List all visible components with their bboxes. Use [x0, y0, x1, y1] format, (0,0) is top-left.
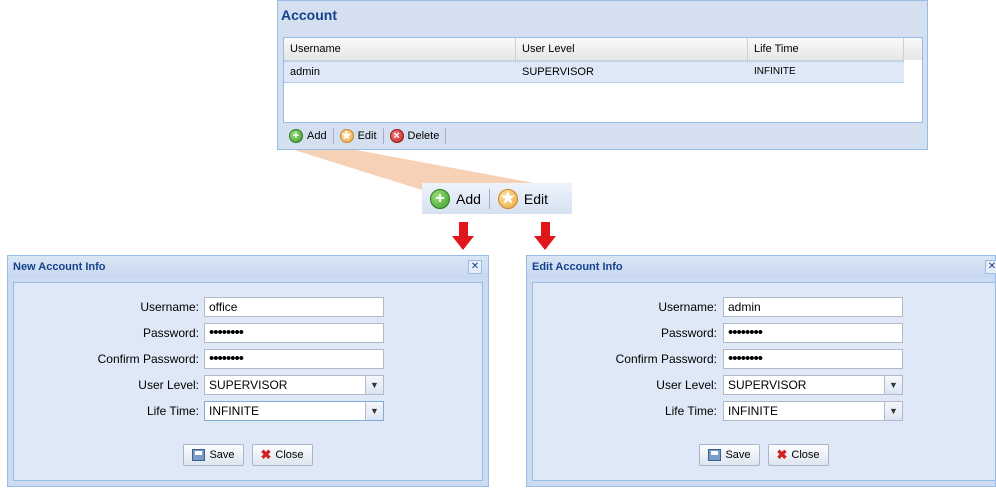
confirm-password-field[interactable]: ••••••••: [204, 349, 384, 369]
zoom-edit-label: Edit: [523, 190, 549, 207]
delete-label: Delete: [407, 130, 440, 142]
new-account-dialog: New Account Info ✕ Username: office Pass…: [7, 255, 489, 487]
edit-icon: ★: [339, 129, 354, 143]
user-level-label: User Level:: [138, 378, 199, 392]
confirm-password-row: Confirm Password: ••••••••: [533, 349, 995, 369]
user-level-value: SUPERVISOR: [728, 378, 807, 392]
edit-icon: ★: [497, 188, 518, 209]
dialog-header: Edit Account Info ✕: [527, 256, 996, 278]
close-icon: ✖: [776, 447, 788, 462]
password-row: Password: ••••••••: [14, 323, 482, 343]
cell-life-time: INFINITE: [754, 66, 796, 77]
close-icon[interactable]: ✕: [985, 260, 996, 274]
add-label: Add: [307, 130, 327, 142]
zoom-add-label: Add: [456, 190, 481, 207]
confirm-password-row: Confirm Password: ••••••••: [14, 349, 482, 369]
dialog-buttons: Save ✖ Close: [533, 444, 995, 466]
account-toolbar: + Add ★ Edit × Delete: [283, 125, 447, 147]
user-level-row: User Level: SUPERVISOR ▼: [14, 375, 482, 395]
toolbar-separator: [445, 128, 447, 144]
save-button[interactable]: Save: [699, 444, 760, 466]
dialog-title: Edit Account Info: [532, 261, 623, 273]
username-label: Username:: [140, 300, 199, 314]
close-icon[interactable]: ✕: [468, 260, 482, 274]
user-level-row: User Level: SUPERVISOR ▼: [533, 375, 995, 395]
dialog-header: New Account Info ✕: [8, 256, 488, 278]
save-label: Save: [725, 449, 751, 461]
username-field[interactable]: office: [204, 297, 384, 317]
chevron-down-icon[interactable]: ▼: [884, 402, 902, 420]
delete-button[interactable]: × Delete: [384, 126, 446, 146]
password-row: Password: ••••••••: [533, 323, 995, 343]
zoom-add-button[interactable]: + Add: [422, 185, 489, 213]
close-button[interactable]: ✖ Close: [767, 444, 829, 466]
save-icon: [708, 449, 722, 461]
password-field[interactable]: ••••••••: [723, 323, 903, 343]
cell-user-level: SUPERVISOR: [522, 66, 594, 78]
confirm-password-label: Confirm Password:: [615, 352, 717, 366]
dialog-body: Username: office Password: •••••••• Conf…: [13, 282, 483, 481]
add-icon: +: [289, 129, 303, 143]
add-button[interactable]: + Add: [283, 126, 333, 146]
column-user-level[interactable]: User Level: [516, 38, 748, 60]
delete-icon: ×: [389, 129, 404, 143]
close-button[interactable]: ✖ Close: [251, 444, 313, 466]
user-level-select[interactable]: SUPERVISOR ▼: [723, 375, 903, 395]
zoomed-toolbar: + Add ★ Edit: [422, 183, 572, 214]
user-level-select[interactable]: SUPERVISOR ▼: [204, 375, 384, 395]
life-time-value: INFINITE: [209, 404, 259, 418]
dialog-buttons: Save ✖ Close: [14, 444, 482, 466]
life-time-row: Life Time: INFINITE ▼: [14, 401, 482, 421]
save-button[interactable]: Save: [183, 444, 244, 466]
username-field[interactable]: admin: [723, 297, 903, 317]
grid-header-filler: [903, 38, 922, 60]
life-time-label: Life Time:: [664, 404, 717, 418]
edit-button[interactable]: ★ Edit: [334, 126, 383, 146]
user-level-value: SUPERVISOR: [209, 378, 288, 392]
password-label: Password:: [142, 326, 199, 340]
confirm-password-label: Confirm Password:: [97, 352, 199, 366]
column-life-time[interactable]: Life Time: [748, 38, 904, 60]
password-field[interactable]: ••••••••: [204, 323, 384, 343]
username-label: Username:: [658, 300, 717, 314]
username-row: Username: office: [14, 297, 482, 317]
life-time-value: INFINITE: [728, 404, 778, 418]
close-icon: ✖: [260, 447, 272, 462]
chevron-down-icon[interactable]: ▼: [884, 376, 902, 394]
life-time-select[interactable]: INFINITE ▼: [723, 401, 903, 421]
column-username[interactable]: Username: [284, 38, 516, 60]
dialog-title: New Account Info: [13, 261, 106, 273]
life-time-label: Life Time:: [146, 404, 199, 418]
add-icon: +: [430, 188, 450, 209]
close-label: Close: [275, 449, 304, 461]
chevron-down-icon[interactable]: ▼: [365, 376, 383, 394]
save-icon: [192, 449, 206, 461]
confirm-password-field[interactable]: ••••••••: [723, 349, 903, 369]
dialog-body: Username: admin Password: •••••••• Confi…: [532, 282, 996, 481]
grid-header: Username User Level Life Time: [284, 38, 922, 61]
save-label: Save: [209, 449, 235, 461]
close-label: Close: [791, 449, 820, 461]
chevron-down-icon[interactable]: ▼: [365, 402, 383, 420]
password-label: Password:: [660, 326, 717, 340]
zoom-edit-button[interactable]: ★ Edit: [490, 185, 556, 213]
account-panel: Account Username User Level Life Time ad…: [277, 0, 928, 150]
account-grid: Username User Level Life Time admin SUPE…: [283, 37, 923, 123]
user-level-label: User Level:: [656, 378, 717, 392]
edit-account-dialog: Edit Account Info ✕ Username: admin Pass…: [526, 255, 996, 487]
table-row[interactable]: admin SUPERVISOR INFINITE: [284, 61, 904, 83]
username-row: Username: admin: [533, 297, 995, 317]
account-title: Account: [281, 7, 337, 23]
cell-username: admin: [290, 66, 320, 78]
edit-label: Edit: [357, 130, 377, 142]
life-time-row: Life Time: INFINITE ▼: [533, 401, 995, 421]
life-time-select[interactable]: INFINITE ▼: [204, 401, 384, 421]
